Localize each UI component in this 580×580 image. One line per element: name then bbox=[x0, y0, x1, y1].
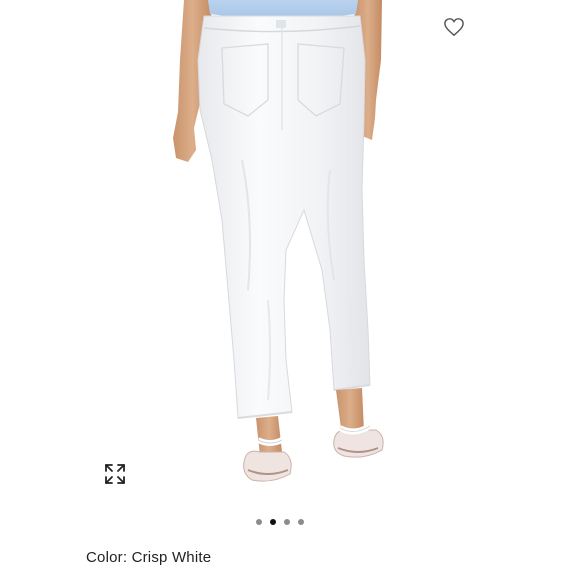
carousel-dot-2[interactable] bbox=[270, 519, 276, 525]
selected-color-label: Color: Crisp White bbox=[86, 549, 212, 566]
expand-image-button[interactable] bbox=[101, 460, 129, 488]
expand-arrows-icon bbox=[105, 464, 125, 484]
carousel-dot-1[interactable] bbox=[256, 519, 262, 525]
carousel-dot-4[interactable] bbox=[298, 519, 304, 525]
carousel-dot-3[interactable] bbox=[284, 519, 290, 525]
product-image[interactable] bbox=[72, 0, 508, 500]
product-gallery: Color: Crisp White bbox=[0, 0, 580, 580]
carousel-indicators bbox=[256, 518, 304, 526]
product-photo bbox=[173, 0, 384, 482]
heart-outline-icon bbox=[444, 18, 464, 37]
favorite-button[interactable] bbox=[441, 14, 467, 40]
